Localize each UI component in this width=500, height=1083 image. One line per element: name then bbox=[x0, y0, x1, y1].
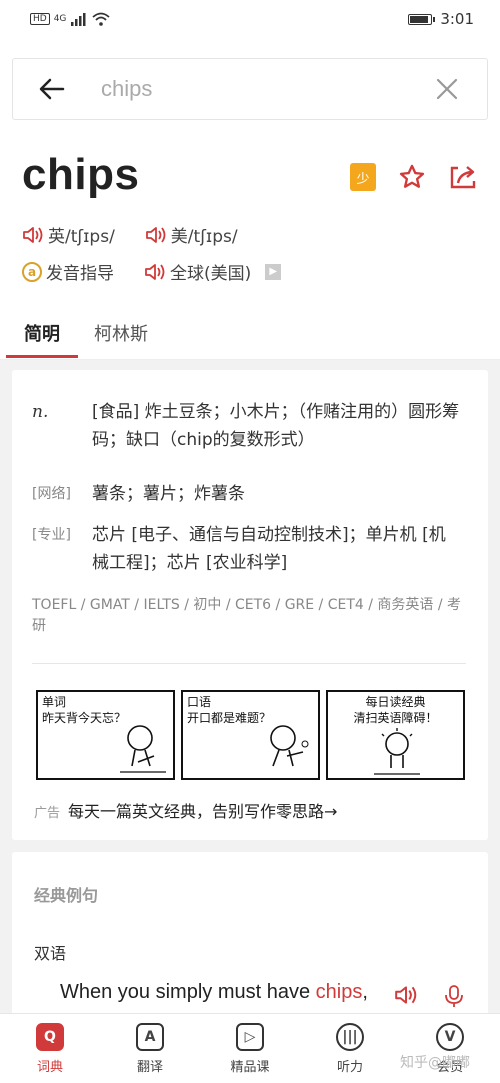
examples-title: 经典例句 bbox=[34, 886, 99, 905]
dictionary-tabs: 简明 柯林斯 bbox=[0, 310, 500, 360]
comic-panel: 每日读经典 清扫英语障碍！ bbox=[326, 690, 465, 780]
lightbulb-character-icon bbox=[270, 725, 309, 767]
exam-tags: TOEFL / GMAT / IELTS / 初中 / CET6 / GRE /… bbox=[32, 597, 462, 634]
microphone-icon[interactable] bbox=[442, 984, 466, 1008]
comic-line1: 每日读经典 bbox=[365, 695, 426, 709]
comic-line2: 清扫英语障碍！ bbox=[353, 711, 438, 725]
signal-icon bbox=[71, 13, 86, 26]
definition-main: n. [食品] 炸土豆条；小木片；（作赌注用的）圆形筹码；缺口（chip的复数形… bbox=[32, 398, 462, 454]
pro-tag: [专业] bbox=[32, 527, 71, 543]
pron-uk-label: 英/tʃɪps/ bbox=[48, 227, 115, 247]
lightbulb-character-icon bbox=[120, 725, 166, 773]
star-icon[interactable] bbox=[398, 163, 426, 191]
speaker-icon bbox=[23, 226, 43, 243]
comic-panel: 口语 开口都是难题？ bbox=[181, 690, 320, 780]
pronunciation-guide[interactable]: a 发音指导 bbox=[22, 259, 114, 284]
translate-icon: A bbox=[136, 1022, 164, 1051]
tab-concise[interactable]: 简明 bbox=[6, 310, 78, 360]
sentence-highlight: chips bbox=[315, 981, 363, 1003]
pron-us[interactable]: 美/tʃɪps/ bbox=[145, 222, 238, 247]
wifi-icon bbox=[92, 12, 110, 26]
status-bar: HD 4G 3:01 bbox=[0, 0, 500, 38]
nav-dictionary[interactable]: Q 词典 bbox=[10, 1022, 90, 1075]
bottom-nav: Q 词典 A 翻译 ▷ 精品课 ||| 听力 V 会员 bbox=[0, 1013, 500, 1083]
comic-line1: 单词 bbox=[42, 695, 67, 709]
nav-label: 听力 bbox=[336, 1059, 363, 1075]
nav-translate[interactable]: A 翻译 bbox=[110, 1022, 190, 1075]
examples-card: 经典例句 双语 When you simply must have chips, bbox=[12, 852, 488, 1022]
definition-card: n. [食品] 炸土豆条；小木片；（作赌注用的）圆形筹码；缺口（chip的复数形… bbox=[12, 370, 488, 840]
nav-label: 翻译 bbox=[136, 1059, 163, 1075]
definition-web: [网络] 薯条；薯片；炸薯条 bbox=[32, 480, 462, 508]
nav-label: 精品课 bbox=[230, 1059, 270, 1075]
comic-panel: 单词 昨天背今天忘？ bbox=[36, 690, 175, 780]
status-left: HD 4G bbox=[30, 12, 110, 26]
web-text: 薯条；薯片；炸薯条 bbox=[92, 484, 245, 504]
nav-listening[interactable]: ||| 听力 bbox=[310, 1022, 390, 1075]
guide-label: 发音指导 bbox=[46, 264, 114, 284]
speaker-icon bbox=[145, 263, 165, 280]
nav-label: 词典 bbox=[36, 1059, 63, 1075]
pron-global[interactable]: 全球(美国) ▶ bbox=[144, 259, 282, 284]
example-sentence: When you simply must have chips, bbox=[60, 981, 368, 1004]
status-right: 3:01 bbox=[408, 10, 474, 28]
lightbulb-character-icon bbox=[374, 728, 420, 775]
word-actions: 少 bbox=[350, 163, 478, 191]
clock: 3:01 bbox=[440, 10, 474, 28]
definition-text: [食品] 炸土豆条；小木片；（作赌注用的）圆形筹码；缺口（chip的复数形式） bbox=[92, 402, 460, 450]
pro-text: 芯片 [电子、通信与自动控制技术]；单片机 [机械工程]；芯片 [农业科学] bbox=[92, 525, 446, 573]
global-label: 全球(美国) bbox=[170, 264, 252, 284]
divider bbox=[32, 663, 466, 664]
tab-collins[interactable]: 柯林斯 bbox=[94, 310, 148, 360]
play-icon: ▷ bbox=[236, 1022, 264, 1051]
ad-banner-comics[interactable]: 单词 昨天背今天忘？ 口语 开口都是难题？ 每日读经典 清扫英语障碍！ bbox=[36, 690, 465, 780]
ad-link[interactable]: 广告 每天一篇英文经典，告别写作零思路→ bbox=[34, 798, 337, 822]
pron-uk[interactable]: 英/tʃɪps/ bbox=[22, 222, 115, 247]
close-icon[interactable] bbox=[417, 59, 477, 119]
dictionary-icon: Q bbox=[36, 1022, 64, 1051]
web-tag: [网络] bbox=[32, 486, 71, 502]
headword: chips bbox=[22, 150, 140, 199]
pronunciation-row: 英/tʃɪps/ 美/tʃɪps/ bbox=[22, 222, 268, 247]
search-bar[interactable]: chips bbox=[12, 58, 488, 120]
share-icon[interactable] bbox=[448, 163, 478, 191]
audio-bars-icon: ||| bbox=[336, 1022, 364, 1051]
comic-line1: 口语 bbox=[187, 695, 212, 709]
network-type: 4G bbox=[53, 14, 67, 24]
pronunciation-extra-row: a 发音指导 全球(美国) ▶ bbox=[22, 259, 311, 284]
definition-pro: [专业] 芯片 [电子、通信与自动控制技术]；单片机 [机械工程]；芯片 [农业… bbox=[32, 521, 462, 577]
back-arrow-icon[interactable] bbox=[27, 59, 77, 119]
youth-badge-icon[interactable]: 少 bbox=[350, 163, 376, 191]
ad-text: 每天一篇英文经典，告别写作零思路→ bbox=[68, 802, 338, 821]
battery-icon bbox=[408, 13, 436, 25]
search-input[interactable]: chips bbox=[77, 76, 417, 102]
guide-icon: a bbox=[22, 261, 42, 282]
example-actions bbox=[394, 984, 466, 1008]
part-of-speech: n. bbox=[32, 402, 49, 422]
ad-tag: 广告 bbox=[34, 806, 61, 821]
pron-us-label: 美/tʃɪps/ bbox=[170, 227, 238, 247]
sentence-pre: When you simply must have bbox=[60, 981, 316, 1003]
chevron-right-icon[interactable]: ▶ bbox=[265, 263, 282, 280]
examples-subtitle: 双语 bbox=[34, 944, 67, 963]
speaker-icon[interactable] bbox=[394, 984, 418, 1006]
speaker-icon bbox=[145, 226, 166, 243]
sentence-post: , bbox=[362, 981, 368, 1003]
nav-courses[interactable]: ▷ 精品课 bbox=[210, 1022, 290, 1075]
hd-indicator: HD bbox=[30, 13, 50, 25]
watermark: 知乎@嘟嘟 bbox=[400, 1055, 470, 1071]
vip-icon: V bbox=[436, 1022, 464, 1051]
